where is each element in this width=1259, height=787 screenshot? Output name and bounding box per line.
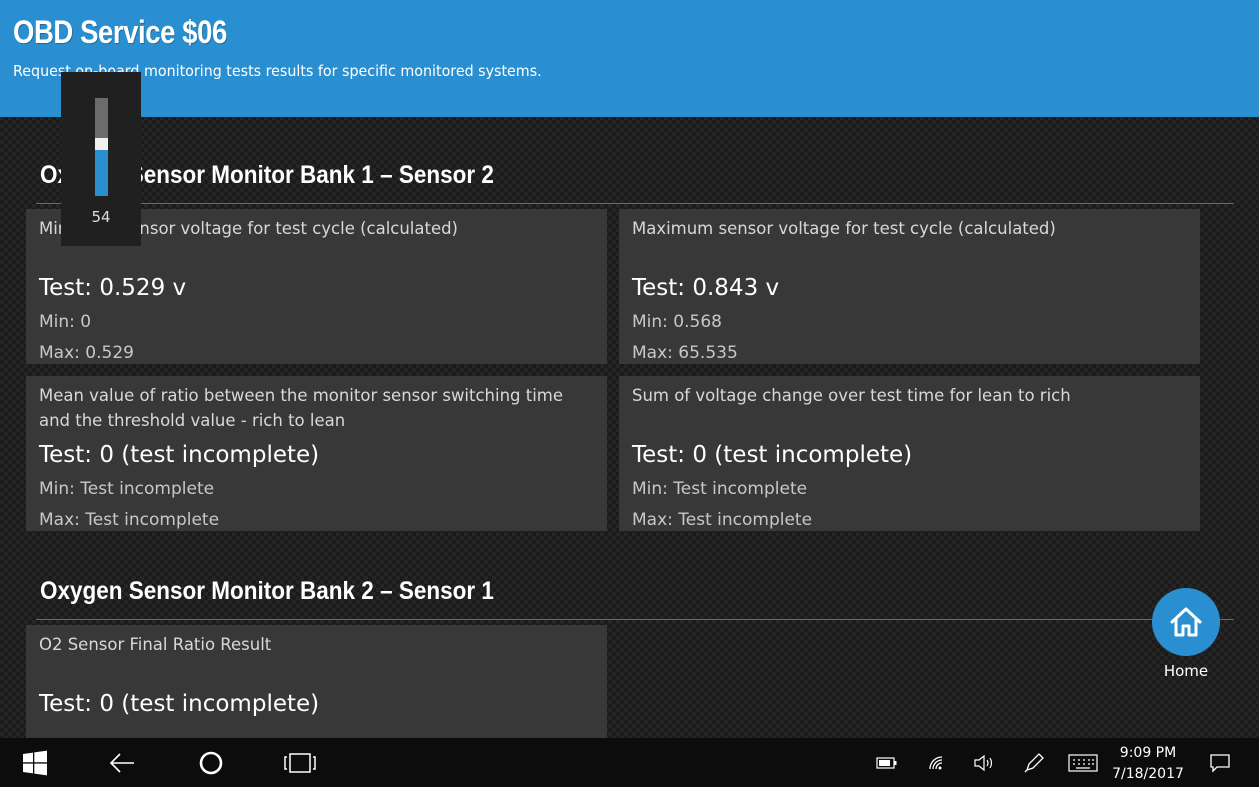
app-header: OBD Service $06 Request on-board monitor…	[0, 0, 1259, 117]
taskbar-clock[interactable]: 9:09 PM 7/18/2017	[1108, 743, 1188, 785]
test-max: Max: 65.535	[632, 343, 738, 363]
test-card-max-voltage: Maximum sensor voltage for test cycle (c…	[619, 209, 1200, 364]
page-title: OBD Service $06	[13, 14, 227, 50]
clock-date: 7/18/2017	[1112, 766, 1184, 782]
action-center-icon[interactable]	[1208, 738, 1232, 787]
test-value: Test: 0.843 v	[632, 275, 780, 301]
test-value: Test: 0 (test incomplete)	[39, 691, 320, 717]
pen-icon[interactable]	[1022, 738, 1046, 787]
keyboard-icon[interactable]	[1067, 738, 1099, 787]
volume-icon[interactable]	[972, 738, 996, 787]
wifi-icon[interactable]	[926, 738, 948, 787]
test-value: Test: 0 (test incomplete)	[632, 442, 913, 468]
home-icon	[1170, 607, 1202, 637]
section-title-bank2-sensor1: Oxygen Sensor Monitor Bank 2 – Sensor 1	[40, 577, 494, 605]
test-min: Min: Test incomplete	[39, 479, 215, 499]
test-max: Max: Test incomplete	[39, 510, 220, 530]
test-card-o2-final-ratio: O2 Sensor Final Ratio Result Test: 0 (te…	[26, 625, 607, 738]
volume-level-fill	[95, 143, 108, 196]
test-label: Mean value of ratio between the monitor …	[39, 386, 563, 431]
home-button[interactable]	[1152, 588, 1220, 656]
windows-start-icon[interactable]	[20, 738, 50, 787]
cortana-circle-icon[interactable]	[196, 738, 226, 787]
volume-slider-thumb[interactable]	[95, 138, 108, 150]
volume-value: 54	[91, 208, 111, 226]
test-min: Min: Test incomplete	[632, 479, 808, 499]
test-value: Test: 0 (test incomplete)	[39, 442, 320, 468]
results-list[interactable]: Oxygen Sensor Monitor Bank 1 – Sensor 2 …	[0, 117, 1259, 738]
task-view-icon[interactable]	[282, 738, 318, 787]
test-max: Max: 0.529	[39, 343, 134, 363]
test-label: Sum of voltage change over test time for…	[632, 386, 1071, 406]
section-divider	[36, 203, 1234, 204]
test-value: Test: 0.529 v	[39, 275, 187, 301]
home-button-label[interactable]: Home	[1150, 662, 1222, 680]
clock-time: 9:09 PM	[1119, 745, 1177, 761]
volume-popup: 54	[61, 72, 141, 246]
back-arrow-icon[interactable]	[106, 738, 138, 787]
test-card-rich-to-lean-ratio: Mean value of ratio between the monitor …	[26, 376, 607, 531]
test-card-lean-to-rich-voltage: Sum of voltage change over test time for…	[619, 376, 1200, 531]
test-min: Min: 0.568	[632, 312, 722, 332]
test-label: Maximum sensor voltage for test cycle (c…	[632, 219, 1056, 239]
section-divider	[36, 619, 1234, 620]
test-min: Min: 0	[39, 312, 92, 332]
test-max: Max: Test incomplete	[632, 510, 813, 530]
taskbar: 9:09 PM 7/18/2017	[0, 738, 1259, 787]
test-label: O2 Sensor Final Ratio Result	[39, 635, 272, 655]
battery-icon[interactable]	[875, 738, 899, 787]
